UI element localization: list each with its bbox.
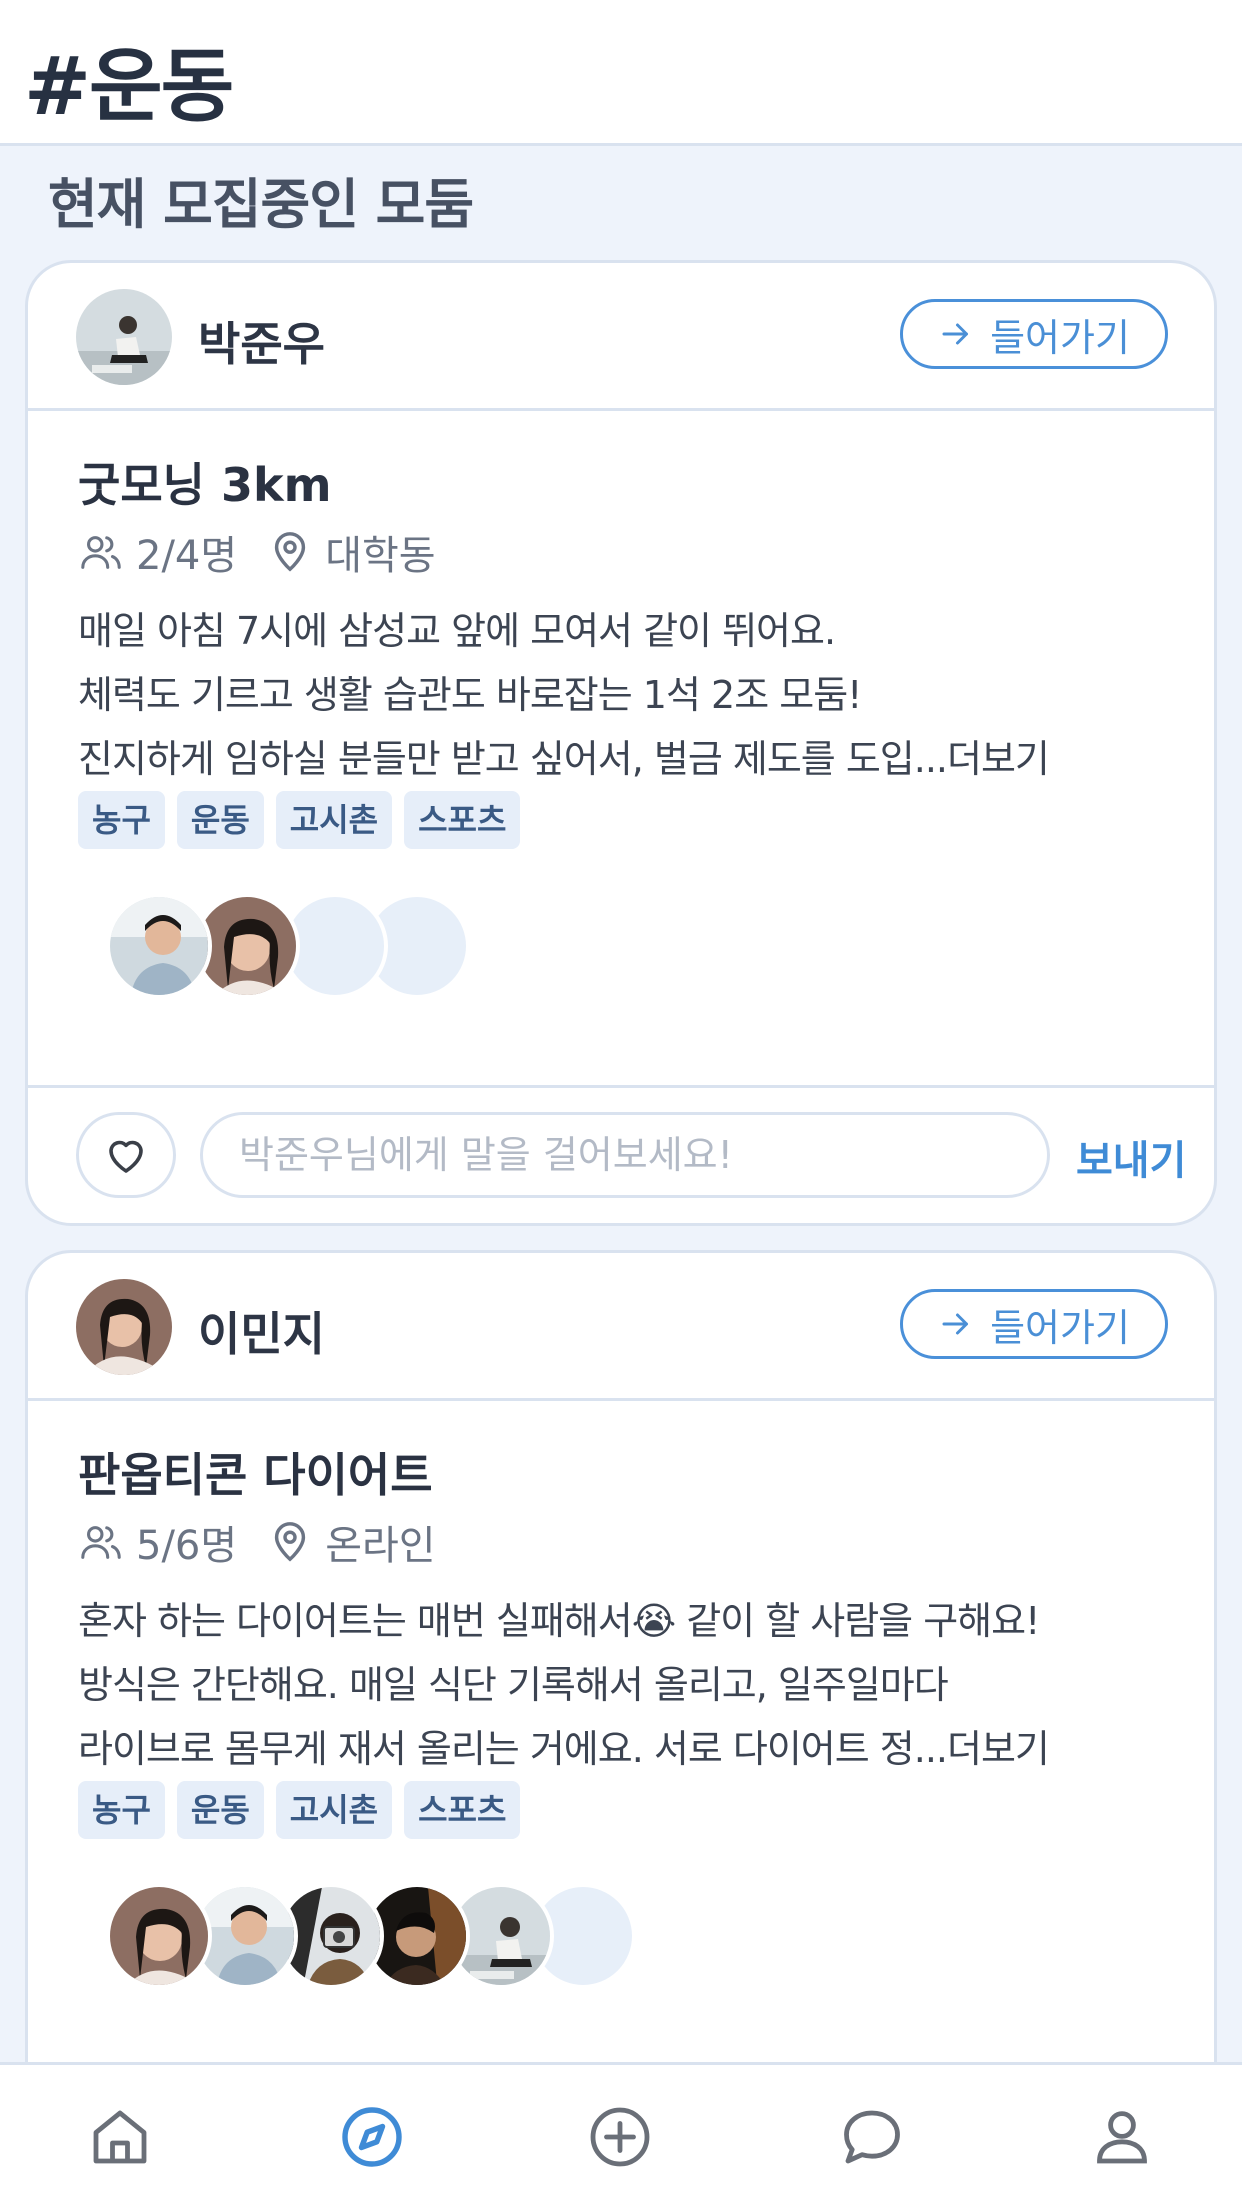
tab-chat[interactable] (836, 2101, 908, 2173)
host-avatar[interactable] (76, 1279, 172, 1375)
tag[interactable]: 농구 (78, 791, 165, 849)
location-text: 온라인 (325, 1523, 436, 1569)
enter-button[interactable]: 들어가기 (900, 1289, 1168, 1359)
member-avatar[interactable] (106, 893, 212, 999)
host-name[interactable]: 이민지 (198, 1298, 325, 1364)
tag[interactable]: 농구 (78, 1781, 165, 1839)
enter-button-label: 들어가기 (990, 1305, 1130, 1350)
people-icon (81, 1526, 121, 1559)
enter-button[interactable]: 들어가기 (900, 299, 1168, 369)
arrow-right-icon (942, 1313, 969, 1335)
tag[interactable]: 고시촌 (275, 1781, 393, 1839)
chat-icon (844, 2110, 900, 2164)
heart-icon (109, 1140, 143, 1173)
tag-list: 농구 운동 고시촌 스포츠 (78, 791, 521, 849)
message-input[interactable] (200, 1112, 1050, 1198)
meetup-description[interactable]: 매일 아침 7시에 삼성교 앞에 모여서 같이 뛰어요. 체력도 기르고 생활 … (78, 599, 1198, 791)
description-line: 매일 아침 7시에 삼성교 앞에 모여서 같이 뛰어요. (78, 609, 836, 653)
member-avatars (84, 1883, 684, 1991)
tab-explore[interactable] (336, 2101, 408, 2173)
description-line: 체력도 기르고 생활 습관도 바로잡는 1석 2조 모둠! (78, 673, 862, 717)
tag[interactable]: 운동 (176, 1781, 264, 1839)
plus-circle-icon (590, 2107, 650, 2167)
host-name[interactable]: 박준우 (198, 308, 325, 374)
enter-button-label: 들어가기 (990, 315, 1130, 360)
meetup-title[interactable]: 굿모닝 3km (78, 449, 332, 515)
bottom-tab-bar (0, 2062, 1242, 2208)
description-line: 혼자 하는 다이어트는 매번 실패해서😭 같이 할 사람을 구해요! (78, 1599, 1040, 1643)
card-header: 박준우 들어가기 (28, 263, 1214, 411)
arrow-right-icon (942, 323, 969, 345)
send-button[interactable]: 보내기 (1076, 1128, 1186, 1186)
tag[interactable]: 스포츠 (404, 1781, 521, 1839)
tag[interactable]: 스포츠 (404, 791, 521, 849)
top-header: #운동 (0, 0, 1242, 146)
page-title: #운동 (24, 40, 234, 133)
section-title: 현재 모집중인 모둠 (48, 173, 474, 236)
description-line: 진지하게 임하실 분들만 받고 싶어서, 벌금 제도를 도입...더보기 (78, 737, 1050, 781)
meetup-title[interactable]: 판옵티콘 다이어트 (78, 1439, 433, 1505)
location-pin-icon (275, 1522, 306, 1562)
location-text: 대학동 (325, 533, 436, 579)
home-icon (93, 2110, 147, 2164)
people-icon (81, 536, 121, 569)
card-header: 이민지 들어가기 (28, 1253, 1214, 1401)
members-count: 5/6명 (136, 1523, 238, 1569)
meetup-description[interactable]: 혼자 하는 다이어트는 매번 실패해서😭 같이 할 사람을 구해요! 방식은 간… (78, 1589, 1198, 1781)
profile-icon (1097, 2111, 1147, 2164)
members-count: 2/4명 (136, 533, 238, 579)
compass-icon (342, 2107, 402, 2167)
tag[interactable]: 고시촌 (275, 791, 393, 849)
tag-list: 농구 운동 고시촌 스포츠 (78, 1781, 521, 1839)
description-line: 라이브로 몸무게 재서 올리는 거에요. 서로 다이어트 정...더보기 (78, 1727, 1050, 1771)
meetup-meta: 5/6명 온라인 (78, 1517, 436, 1569)
tag[interactable]: 운동 (176, 791, 264, 849)
host-avatar[interactable] (76, 289, 172, 385)
member-avatar[interactable] (106, 1883, 212, 1989)
tab-create[interactable] (584, 2101, 656, 2173)
member-avatars (84, 893, 684, 1001)
like-button[interactable] (76, 1112, 176, 1198)
tab-profile[interactable] (1086, 2101, 1158, 2173)
meetup-card: 박준우 들어가기 굿모닝 3km 2/4명 대학동 매일 아침 7시에 삼성교 … (25, 260, 1217, 1226)
description-line: 방식은 간단해요. 매일 식단 기록해서 올리고, 일주일마다 (78, 1663, 949, 1707)
card-footer: 보내기 (28, 1085, 1214, 1223)
meetup-meta: 2/4명 대학동 (78, 527, 436, 579)
tab-home[interactable] (84, 2101, 156, 2173)
location-pin-icon (275, 532, 306, 572)
